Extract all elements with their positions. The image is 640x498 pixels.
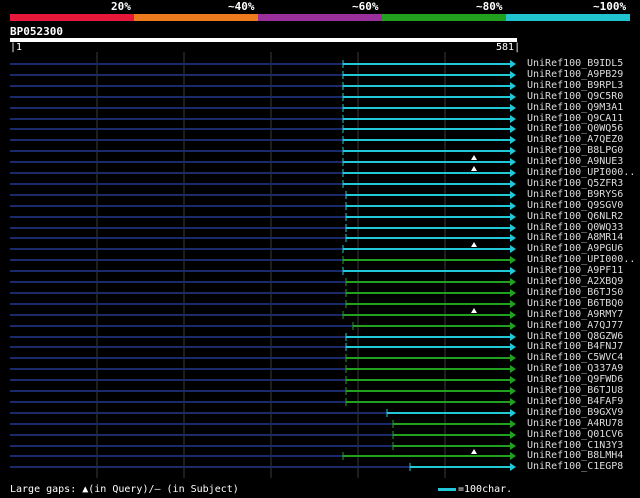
hit-arrow-icon xyxy=(510,387,516,395)
scale-legend-text: =100char. xyxy=(458,484,513,495)
hit-arrow-icon xyxy=(510,60,516,68)
hit-list: UniRef100_B9IDL5 UniRef100_A9PB29 UniRef10… xyxy=(0,0,640,498)
hit-label-link[interactable]: UniRef100_A4RU78 xyxy=(527,419,623,429)
hit-arrow-icon xyxy=(510,125,516,133)
hit-arrow-icon xyxy=(510,115,516,123)
hit-arrow-icon xyxy=(510,442,516,450)
hit-arrow-icon xyxy=(510,93,516,101)
hit-label-link[interactable]: UniRef100_Q6NLR2 xyxy=(527,212,623,222)
hit-arrow-icon xyxy=(510,322,516,330)
hit-label-link[interactable]: UniRef100_B9GXV9 xyxy=(527,408,623,418)
hit-label-link[interactable]: UniRef100_A9PGU6 xyxy=(527,244,623,254)
hit-arrow-icon xyxy=(510,289,516,297)
query-gap-icon xyxy=(471,155,477,160)
hit-arrow-icon xyxy=(510,256,516,264)
hit-label-link[interactable]: UniRef100_A9RMY7 xyxy=(527,310,623,320)
hit-label-link[interactable]: UniRef100_B8LMH4 xyxy=(527,451,623,461)
hit-arrow-icon xyxy=(510,158,516,166)
hit-arrow-icon xyxy=(510,365,516,373)
hit-arrow-icon xyxy=(510,354,516,362)
hit-label-link[interactable]: UniRef100_B8LPG0 xyxy=(527,146,623,156)
hit-label-link[interactable]: UniRef100_Q9FWD6 xyxy=(527,375,623,385)
hit-label-link[interactable]: UniRef100_A9PB29 xyxy=(527,70,623,80)
hit-label-link[interactable]: UniRef100_A7QJ77 xyxy=(527,321,623,331)
hit-arrow-icon xyxy=(510,245,516,253)
hit-arrow-icon xyxy=(510,431,516,439)
hit-label-link[interactable]: UniRef100_Q9SGV0 xyxy=(527,201,623,211)
query-gap-icon xyxy=(471,166,477,171)
hit-arrow-icon xyxy=(510,213,516,221)
hit-arrow-icon xyxy=(510,398,516,406)
scale-legend: =100char. xyxy=(438,484,512,495)
scale-swatch xyxy=(438,487,456,491)
hit-label-link[interactable]: UniRef100_B9RYS6 xyxy=(527,190,623,200)
gap-legend: Large gaps: ▲(in Query)/– (in Subject) xyxy=(10,484,239,495)
hit-label-link[interactable]: UniRef100_UPI000.. xyxy=(527,255,635,265)
hit-label-link[interactable]: UniRef100_B4FAF9 xyxy=(527,397,623,407)
hit-label-link[interactable]: UniRef100_C1EGP8 xyxy=(527,462,623,472)
hit-arrow-icon xyxy=(510,169,516,177)
hit-label-link[interactable]: UniRef100_A8MR14 xyxy=(527,233,623,243)
query-gap-icon xyxy=(471,308,477,313)
hit-arrow-icon xyxy=(510,463,516,471)
hit-label-link[interactable]: UniRef100_Q337A9 xyxy=(527,364,623,374)
hit-arrow-icon xyxy=(510,267,516,275)
hit-label-link[interactable]: UniRef100_B6TBQ0 xyxy=(527,299,623,309)
hit-label-link[interactable]: UniRef100_A2XBQ9 xyxy=(527,277,623,287)
hit-arrow-icon xyxy=(510,71,516,79)
hit-label-link[interactable]: UniRef100_Q5ZFR3 xyxy=(527,179,623,189)
hit-arrow-icon xyxy=(510,420,516,428)
hit-arrow-icon xyxy=(510,343,516,351)
hit-label-link[interactable]: UniRef100_Q01CV6 xyxy=(527,430,623,440)
query-gap-icon xyxy=(471,242,477,247)
hit-arrow-icon xyxy=(510,409,516,417)
hit-label-link[interactable]: UniRef100_B6TJS0 xyxy=(527,288,623,298)
hit-label-link[interactable]: UniRef100_A9PF11 xyxy=(527,266,623,276)
hit-arrow-icon xyxy=(510,376,516,384)
hit-arrow-icon xyxy=(510,234,516,242)
hit-label-link[interactable]: UniRef100_A9NUE3 xyxy=(527,157,623,167)
hit-label-link[interactable]: UniRef100_Q9M3A1 xyxy=(527,103,623,113)
hit-label-link[interactable]: UniRef100_B9RPL3 xyxy=(527,81,623,91)
hit-arrow-icon xyxy=(510,311,516,319)
hit-label-link[interactable]: UniRef100_A7QEZ0 xyxy=(527,135,623,145)
hit-arrow-icon xyxy=(510,202,516,210)
hit-arrow-icon xyxy=(510,136,516,144)
hit-arrow-icon xyxy=(510,333,516,341)
hit-arrow-icon xyxy=(510,104,516,112)
hit-label-link[interactable]: UniRef100_C5WVC4 xyxy=(527,353,623,363)
hit-arrow-icon xyxy=(510,452,516,460)
hit-arrow-icon xyxy=(510,278,516,286)
hit-arrow-icon xyxy=(510,147,516,155)
hit-label-link[interactable]: UniRef100_B9IDL5 xyxy=(527,59,623,69)
hit-arrow-icon xyxy=(510,180,516,188)
hit-label-link[interactable]: UniRef100_B4FNJ7 xyxy=(527,342,623,352)
hit-arrow-icon xyxy=(510,191,516,199)
hit-arrow-icon xyxy=(510,224,516,232)
query-gap-icon xyxy=(471,449,477,454)
hit-arrow-icon xyxy=(510,82,516,90)
hit-label-link[interactable]: UniRef100_Q9C5R0 xyxy=(527,92,623,102)
hit-arrow-icon xyxy=(510,300,516,308)
hit-label-link[interactable]: UniRef100_B6TJU8 xyxy=(527,386,623,396)
hit-label-link[interactable]: UniRef100_Q0WQ56 xyxy=(527,124,623,134)
hit-label-link[interactable]: UniRef100_UPI000.. xyxy=(527,168,635,178)
